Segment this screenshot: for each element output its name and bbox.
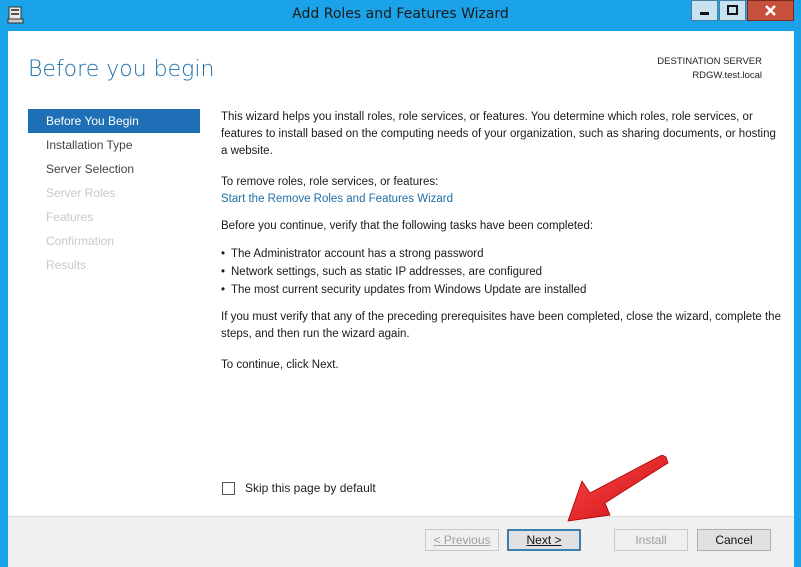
minimize-button[interactable] xyxy=(691,0,718,21)
page-title: Before you begin xyxy=(28,57,215,82)
window-title: Add Roles and Features Wizard xyxy=(292,6,509,22)
red-arrow-annotation-icon xyxy=(567,455,669,522)
wizard-window: Add Roles and Features Wizard Before you… xyxy=(0,0,801,567)
previous-button[interactable]: < Previous xyxy=(425,529,499,551)
title-bar[interactable]: Add Roles and Features Wizard xyxy=(0,0,801,30)
destination-server-name: RDGW.test.local xyxy=(692,70,762,81)
maximize-icon xyxy=(727,5,738,15)
destination-server-info: DESTINATION SERVER RDGW.test.local xyxy=(657,55,762,83)
nav-item-before-you-begin[interactable]: Before You Begin xyxy=(28,109,200,133)
skip-page-label: Skip this page by default xyxy=(245,481,376,495)
skip-page-checkbox[interactable] xyxy=(222,481,235,495)
content-panel: This wizard helps you install roles, rol… xyxy=(221,109,781,388)
list-item: Network settings, such as static IP addr… xyxy=(221,263,781,281)
prerequisite-list: The Administrator account has a strong p… xyxy=(221,245,781,299)
remove-wizard-link[interactable]: Start the Remove Roles and Features Wiza… xyxy=(221,191,781,208)
wizard-nav: Before You Begin Installation Type Serve… xyxy=(28,109,200,277)
next-button-label: Next > xyxy=(526,533,562,547)
nav-item-server-roles: Server Roles xyxy=(46,186,116,200)
nav-item-installation-type[interactable]: Installation Type xyxy=(28,133,200,157)
remove-label: To remove roles, role services, or featu… xyxy=(221,176,439,188)
cancel-button-label: Cancel xyxy=(715,533,753,547)
close-button[interactable] xyxy=(747,0,794,21)
list-item: The most current security updates from W… xyxy=(221,281,781,299)
nav-item-server-selection[interactable]: Server Selection xyxy=(28,157,200,181)
prerequisite-note: If you must verify that any of the prece… xyxy=(221,311,781,340)
nav-item-results: Results xyxy=(46,258,87,272)
nav-item-features: Features xyxy=(46,210,94,224)
list-item: The Administrator account has a strong p… xyxy=(221,245,781,263)
previous-button-label: < Previous xyxy=(433,533,491,547)
verify-text: Before you continue, verify that the fol… xyxy=(221,220,594,232)
skip-page-option[interactable]: Skip this page by default xyxy=(222,481,376,495)
nav-item-confirmation: Confirmation xyxy=(46,234,115,248)
close-icon xyxy=(765,5,776,16)
install-button-label: Install xyxy=(635,533,667,547)
continue-text: To continue, click Next. xyxy=(221,359,339,371)
maximize-button[interactable] xyxy=(719,0,746,21)
destination-label: DESTINATION SERVER xyxy=(657,56,762,67)
intro-text: This wizard helps you install roles, rol… xyxy=(221,111,776,157)
cancel-button[interactable]: Cancel xyxy=(697,529,771,551)
minimize-icon xyxy=(700,12,709,15)
